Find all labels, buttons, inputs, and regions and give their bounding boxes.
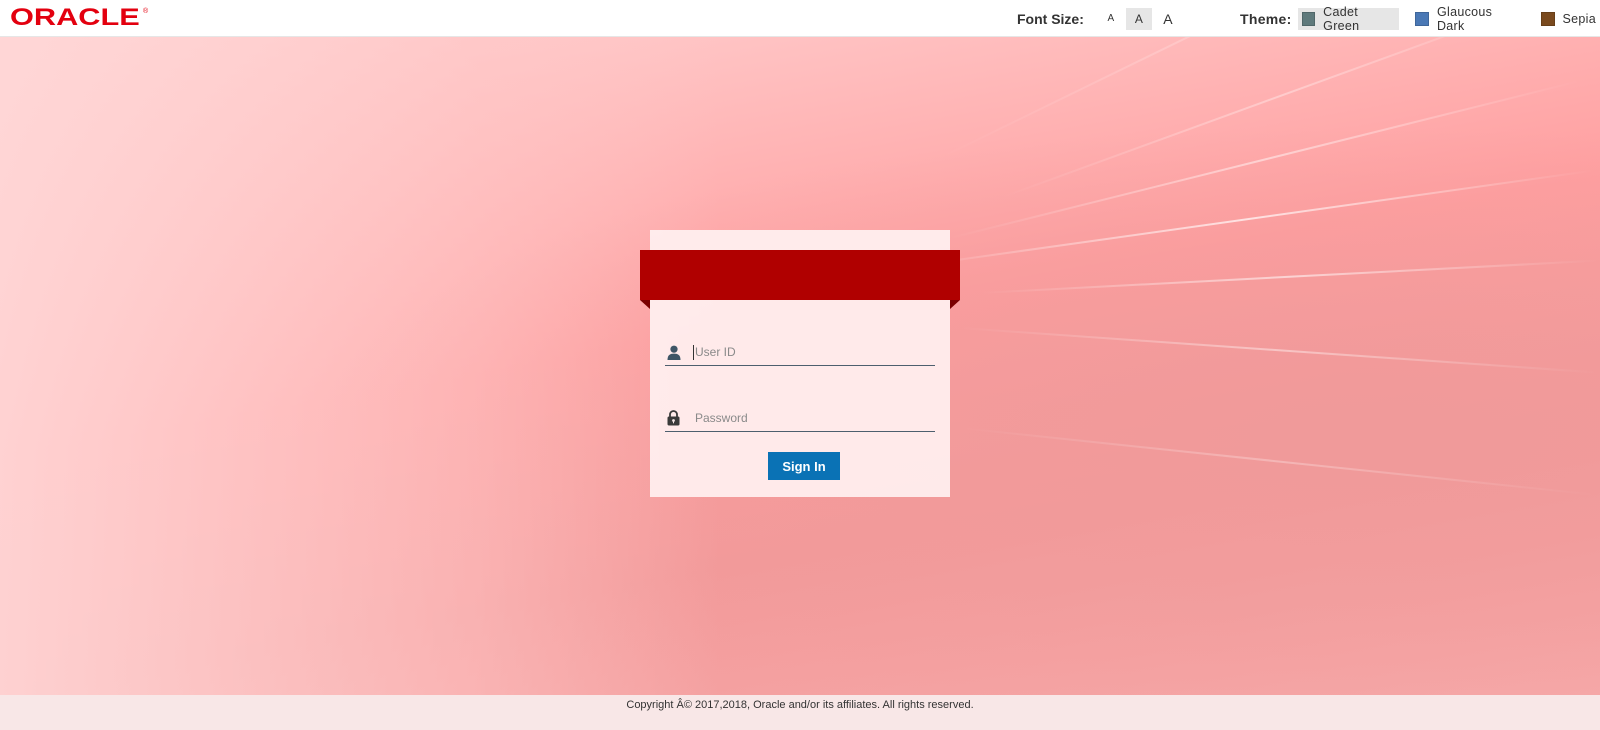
theme-option-sepia[interactable]: Sepia	[1537, 8, 1600, 30]
font-size-selector: Font Size: A A A	[1017, 8, 1180, 30]
theme-option-glaucous-dark[interactable]: Glaucous Dark	[1411, 5, 1524, 33]
theme-option-label: Sepia	[1562, 12, 1596, 26]
user-id-input[interactable]	[693, 341, 931, 363]
light-streak	[959, 327, 1599, 374]
sepia-swatch	[1540, 12, 1555, 26]
font-size-label: Font Size:	[1017, 11, 1084, 27]
footer: Copyright Â© 2017,2018, Oracle and/or it…	[0, 695, 1600, 730]
theme-selector: Theme: Cadet Green Glaucous Dark Sepia	[1240, 5, 1600, 33]
text-cursor	[693, 345, 694, 360]
login-header-ribbon	[640, 250, 960, 300]
glaucous-dark-swatch	[1415, 12, 1429, 26]
font-size-small-button[interactable]: A	[1100, 8, 1122, 30]
light-streak	[899, 169, 1594, 269]
light-streak	[979, 259, 1600, 294]
light-streak	[999, 37, 1565, 199]
oracle-logo: ORACLE	[10, 4, 140, 31]
registered-mark: ®	[143, 8, 149, 15]
cadet-green-swatch	[1301, 12, 1316, 26]
theme-option-cadet-green[interactable]: Cadet Green	[1297, 5, 1400, 33]
light-streak	[939, 37, 1534, 159]
password-input[interactable]	[693, 407, 931, 429]
theme-label: Theme:	[1240, 11, 1292, 27]
lock-icon	[665, 407, 693, 429]
light-streak	[959, 427, 1597, 496]
copyright-text: Copyright Â© 2017,2018, Oracle and/or it…	[626, 699, 974, 711]
sign-in-button[interactable]: Sign In	[768, 452, 840, 480]
theme-option-label: Cadet Green	[1323, 5, 1360, 33]
ribbon-fold-right	[950, 300, 960, 309]
user-id-field	[665, 339, 935, 366]
user-icon	[665, 341, 693, 363]
password-field	[665, 405, 935, 432]
ribbon-fold-left	[640, 300, 650, 309]
font-size-large-button[interactable]: A	[1156, 8, 1180, 30]
theme-option-label: Glaucous Dark	[1436, 5, 1493, 33]
top-bar: ORACLE ® Font Size: A A A Theme: Cadet G…	[0, 0, 1600, 37]
font-size-medium-button[interactable]: A	[1125, 8, 1152, 30]
